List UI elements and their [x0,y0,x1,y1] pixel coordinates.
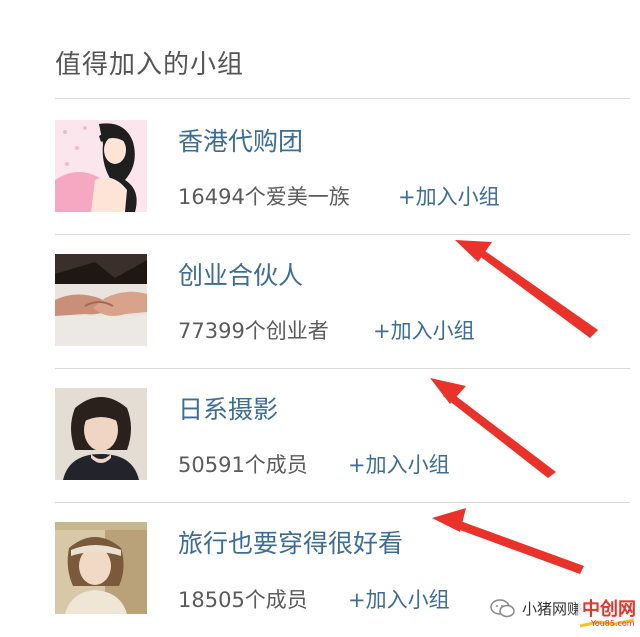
group-name-link[interactable]: 旅行也要穿得很好看 [178,524,403,560]
join-group-link[interactable]: +加入小组 [348,584,450,614]
member-count: 77399个创业者 [178,319,329,343]
watermark-brand: 中创网 [582,599,636,620]
group-name-link[interactable]: 香港代购团 [178,122,303,158]
red-arrow [443,390,556,478]
divider [55,234,630,235]
red-arrow-head [430,378,466,404]
member-count: 16494个爱美一族 [178,185,350,209]
woman-illustration-thumbnail[interactable] [55,120,147,212]
handshake-thumbnail[interactable] [55,254,147,346]
join-group-link[interactable]: +加入小组 [348,449,450,479]
red-arrow-head [455,240,492,262]
red-arrow [449,518,584,574]
watermark-site: You85.com [591,619,635,628]
section-title: 值得加入的小组 [55,50,245,80]
divider [55,502,630,503]
member-count: 50591个成员 [178,453,308,477]
divider [55,98,630,99]
group-name-link[interactable]: 日系摄影 [178,390,278,426]
member-count: 18505个成员 [178,588,308,612]
wechat-icon [490,599,515,618]
portrait-thumbnail[interactable] [55,388,147,480]
red-arrow [474,246,598,338]
red-arrow-head [432,508,466,532]
group-name-link[interactable]: 创业合伙人 [178,256,303,292]
join-group-link[interactable]: +加入小组 [373,315,475,345]
traveler-thumbnail[interactable] [55,522,147,614]
watermark-text: 小猪网赚 [522,600,583,618]
join-group-link[interactable]: +加入小组 [398,181,500,211]
divider [55,368,630,369]
